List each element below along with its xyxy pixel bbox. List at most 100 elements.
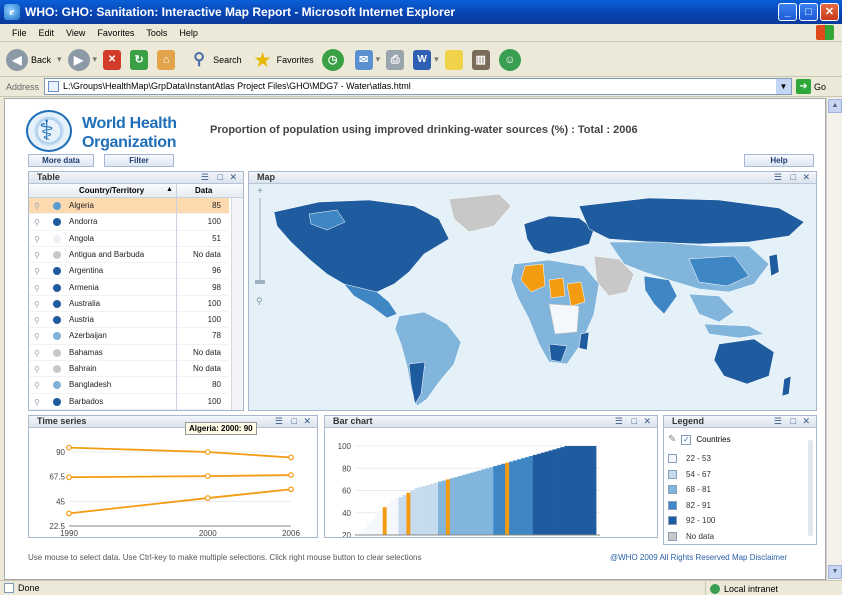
zoom-out-icon[interactable]: ⚲ (256, 296, 263, 306)
go-button[interactable]: ➜ Go (796, 79, 826, 94)
chevron-down-icon[interactable]: ▾ (93, 54, 98, 65)
zoom-in-icon[interactable]: + (257, 186, 263, 197)
pencil-icon[interactable]: ✎ (668, 434, 676, 445)
legend-scrollbar[interactable] (808, 440, 813, 536)
bar[interactable] (457, 476, 463, 535)
chevron-down-icon[interactable]: ▾ (434, 54, 439, 65)
close-icon[interactable]: ✕ (303, 416, 311, 428)
bar[interactable] (394, 498, 399, 535)
table-row[interactable]: ⚲ Bahamas No data (29, 345, 229, 361)
legend-class[interactable]: 68 - 81 (668, 485, 711, 494)
bar[interactable] (402, 494, 407, 535)
legend-class[interactable]: 54 - 67 (668, 469, 711, 479)
legend-class[interactable]: 22 - 53 (668, 454, 711, 463)
chevron-down-icon[interactable]: ▾ (376, 54, 381, 65)
help-button[interactable]: Help (744, 154, 814, 167)
menu-icon[interactable]: ☰ (774, 172, 782, 184)
bar[interactable] (362, 528, 368, 535)
zoom-to-icon[interactable]: ⚲ (34, 300, 40, 309)
bar[interactable] (493, 466, 498, 535)
table-row[interactable]: ⚲ Bangladesh 80 (29, 377, 229, 394)
zoom-to-icon[interactable]: ⚲ (34, 316, 40, 325)
menu-icon[interactable]: ☰ (615, 416, 623, 428)
zoom-to-icon[interactable]: ⚲ (34, 332, 40, 341)
bar[interactable] (505, 462, 510, 535)
bar[interactable] (366, 523, 372, 535)
bar[interactable] (449, 478, 455, 535)
data-point[interactable] (288, 486, 294, 493)
bar[interactable] (461, 474, 467, 535)
bar[interactable] (560, 447, 565, 535)
maximize-icon[interactable]: □ (791, 416, 796, 428)
menu-icon[interactable]: ☰ (201, 172, 209, 184)
address-input[interactable]: L:\Groups\HealthMap\GrpData\InstantAtlas… (44, 78, 792, 95)
maximize-button[interactable]: □ (799, 3, 818, 21)
bar[interactable] (481, 469, 486, 535)
bar[interactable] (422, 486, 427, 535)
legend-class[interactable]: 92 - 100 (668, 516, 715, 525)
search-button[interactable]: ⚲ Search (188, 49, 241, 71)
close-icon[interactable]: ✕ (802, 416, 810, 428)
table-row[interactable]: ⚲ Australia 100 (29, 296, 229, 313)
region-japan[interactable] (768, 253, 780, 277)
bar[interactable] (544, 451, 549, 535)
bar[interactable] (382, 507, 388, 535)
messenger-button[interactable]: ☺ (498, 48, 524, 71)
notes-button[interactable] (444, 49, 466, 70)
table-scrollbar[interactable] (231, 198, 243, 410)
bar[interactable] (426, 484, 431, 535)
bar[interactable] (592, 446, 597, 535)
filter-button[interactable]: Filter (104, 154, 174, 167)
scroll-up-icon[interactable]: ▲ (828, 99, 842, 113)
mail-button[interactable]: ✉ ▾ (354, 49, 381, 70)
close-button[interactable]: ✕ (820, 3, 839, 21)
print-button[interactable]: ⎙ (386, 49, 407, 70)
bar[interactable] (532, 454, 538, 535)
home-button[interactable]: ⌂ (157, 49, 178, 70)
series-line[interactable] (68, 446, 292, 459)
stop-button[interactable]: ✕ (103, 49, 124, 70)
more-data-button[interactable]: More data (28, 154, 94, 167)
bar[interactable] (588, 446, 593, 535)
bar[interactable] (513, 460, 518, 535)
bar[interactable] (556, 448, 561, 535)
research-button[interactable]: ▥ (471, 49, 493, 70)
bar[interactable] (378, 510, 384, 535)
zoom-to-icon[interactable]: ⚲ (34, 381, 40, 390)
refresh-button[interactable]: ↻ (130, 49, 151, 70)
data-point[interactable] (288, 454, 294, 461)
bar[interactable] (374, 514, 380, 535)
legend-class[interactable]: 82 - 91 (668, 500, 711, 510)
bar[interactable] (485, 468, 490, 535)
table-row[interactable]: ⚲ Bahrain No data (29, 361, 229, 378)
country-column-header[interactable]: Country/Territory (79, 186, 144, 195)
bar[interactable] (370, 519, 376, 535)
bar[interactable] (528, 456, 534, 535)
bar[interactable] (536, 453, 542, 535)
zoom-to-icon[interactable]: ⚲ (34, 251, 40, 260)
zoom-to-icon[interactable]: ⚲ (34, 398, 40, 407)
data-point[interactable] (204, 473, 211, 480)
forward-button[interactable]: ▶ ▾ (67, 48, 98, 71)
table-row[interactable]: ⚲ Barbados 100 (29, 394, 229, 410)
data-point[interactable] (204, 495, 211, 501)
bar[interactable] (572, 446, 577, 535)
bar[interactable] (418, 487, 423, 535)
data-column-header[interactable]: Data (195, 186, 212, 195)
bar[interactable] (438, 481, 443, 535)
bar[interactable] (564, 446, 569, 535)
zoom-to-icon[interactable]: ⚲ (34, 218, 40, 227)
zoom-to-icon[interactable]: ⚲ (34, 267, 40, 276)
menu-favorites[interactable]: Favorites (97, 28, 134, 38)
bar[interactable] (398, 497, 403, 535)
maximize-icon[interactable]: □ (218, 172, 223, 184)
bar[interactable] (434, 482, 439, 535)
maximize-icon[interactable]: □ (791, 172, 796, 184)
bar[interactable] (473, 471, 478, 535)
data-point[interactable] (66, 474, 72, 481)
data-point[interactable] (66, 444, 72, 451)
bar[interactable] (548, 450, 553, 535)
bar[interactable] (517, 459, 522, 535)
scroll-down-icon[interactable]: ▼ (828, 565, 842, 579)
bar[interactable] (453, 477, 459, 535)
